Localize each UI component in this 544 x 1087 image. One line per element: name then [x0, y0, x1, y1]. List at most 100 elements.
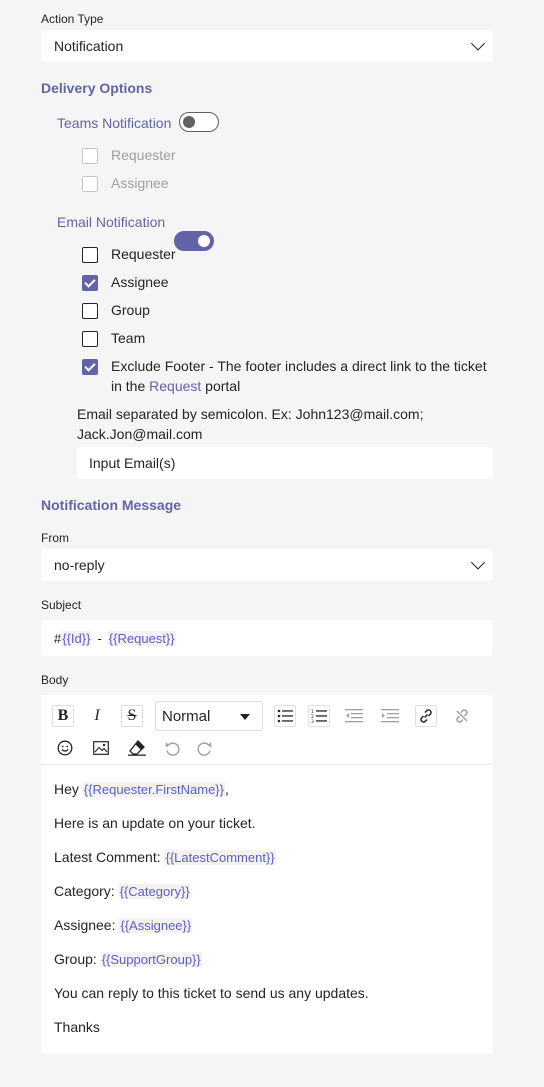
caret-down-icon	[240, 714, 250, 720]
body-label: Body	[41, 673, 69, 687]
email-group-checkbox[interactable]	[82, 303, 98, 319]
chevron-down-icon	[470, 555, 486, 570]
greeting-comma: ,	[225, 781, 229, 797]
outdent-icon	[345, 709, 363, 723]
category-label: Category:	[54, 883, 115, 899]
email-assignee-option[interactable]: Assignee	[82, 274, 169, 292]
teams-requester-checkbox[interactable]	[82, 148, 98, 164]
teams-requester-label: Requester	[111, 147, 176, 163]
from-dropdown[interactable]: no-reply	[41, 549, 493, 581]
email-requester-checkbox[interactable]	[82, 247, 98, 263]
body-reply-line: You can reply to this ticket to send us …	[54, 985, 369, 1001]
exclude-footer-line2-pre: in the	[111, 378, 150, 394]
email-assignee-checkbox[interactable]	[82, 275, 98, 291]
subject-request-token: {{Request}}	[107, 630, 176, 646]
email-input[interactable]: Input Email(s)	[77, 447, 493, 479]
emoji-button[interactable]	[54, 737, 76, 759]
numbered-list-button[interactable]: 123	[308, 705, 330, 727]
teams-assignee-label: Assignee	[111, 175, 169, 191]
email-hint: Email separated by semicolon. Ex: John12…	[77, 404, 423, 444]
subject-hash: #	[54, 630, 62, 646]
insert-image-button[interactable]	[90, 737, 112, 759]
exclude-footer-label: Exclude Footer - The footer includes a d…	[111, 356, 487, 396]
email-team-option[interactable]: Team	[82, 330, 145, 348]
body-group-line: Group: {{SupportGroup}}	[54, 951, 202, 967]
email-requester-option[interactable]: Requester	[82, 246, 176, 264]
unlink-button[interactable]	[451, 705, 473, 727]
exclude-footer-option[interactable]: Exclude Footer - The footer includes a d…	[82, 358, 502, 396]
latest-comment-token: {{LatestComment}}	[164, 850, 276, 865]
indent-button[interactable]	[379, 705, 401, 727]
latest-comment-label: Latest Comment:	[54, 849, 161, 865]
category-token: {{Category}}	[118, 884, 191, 899]
teams-notification-toggle[interactable]	[179, 112, 219, 132]
action-type-dropdown[interactable]: Notification	[41, 30, 493, 62]
image-icon	[93, 741, 109, 755]
eraser-icon	[128, 740, 146, 756]
teams-requester-option[interactable]: Requester	[82, 147, 176, 165]
exclude-footer-line2-post: portal	[201, 378, 241, 394]
italic-glyph: I	[94, 707, 100, 724]
bullet-list-button[interactable]	[274, 705, 296, 727]
exclude-footer-line1: Exclude Footer - The footer includes a d…	[111, 358, 487, 374]
email-assignee-label: Assignee	[111, 274, 169, 290]
bullet-list-icon	[277, 709, 293, 723]
group-label: Group:	[54, 951, 97, 967]
bold-glyph: B	[57, 707, 69, 724]
email-hint-line1: Email separated by semicolon. Ex: John12…	[77, 406, 424, 422]
from-label: From	[41, 531, 69, 545]
body-assignee-line: Assignee: {{Assignee}}	[54, 917, 193, 933]
unlink-icon	[456, 709, 468, 723]
body-editor[interactable]: B I S Normal 123 Hey {{Requester.FirstNa…	[41, 695, 493, 1054]
exclude-footer-checkbox[interactable]	[82, 359, 98, 375]
editor-toolbar: B I S Normal 123	[41, 695, 493, 765]
toggle-knob	[183, 116, 195, 128]
strikethrough-button[interactable]: S	[121, 705, 143, 727]
request-portal-link[interactable]: Request	[149, 378, 201, 394]
email-requester-label: Requester	[111, 246, 176, 262]
body-category-line: Category: {{Category}}	[54, 883, 191, 899]
email-team-checkbox[interactable]	[82, 331, 98, 347]
assignee-token: {{Assignee}}	[119, 918, 193, 933]
undo-icon	[165, 742, 180, 756]
italic-button[interactable]: I	[86, 705, 108, 727]
email-notification-label: Email Notification	[57, 214, 166, 230]
email-notification-toggle[interactable]	[174, 231, 214, 251]
format-select[interactable]: Normal	[155, 701, 263, 731]
redo-icon	[197, 742, 212, 756]
email-team-label: Team	[111, 330, 146, 346]
teams-assignee-checkbox[interactable]	[82, 176, 98, 192]
strike-glyph: S	[127, 707, 137, 724]
subject-id-token: {{Id}}	[61, 630, 92, 646]
email-group-label: Group	[111, 302, 150, 318]
action-type-value: Notification	[54, 38, 124, 54]
undo-button[interactable]	[161, 737, 183, 759]
link-icon	[420, 709, 432, 723]
toggle-knob	[198, 235, 210, 247]
support-group-token: {{SupportGroup}}	[100, 952, 202, 967]
numbered-list-icon: 123	[311, 709, 327, 723]
format-select-value: Normal	[162, 707, 211, 725]
requester-firstname-token: {{Requester.FirstName}}	[82, 782, 225, 797]
notification-message-heading: Notification Message	[41, 497, 182, 513]
body-greeting-line: Hey {{Requester.FirstName}},	[54, 781, 229, 797]
body-signoff-line: Thanks	[54, 1019, 100, 1035]
emoji-icon	[57, 740, 73, 756]
greeting-text: Hey	[54, 781, 79, 797]
redo-button[interactable]	[194, 737, 216, 759]
link-button[interactable]	[415, 705, 437, 727]
outdent-button[interactable]	[343, 705, 365, 727]
subject-separator: -	[97, 630, 102, 646]
clear-format-button[interactable]	[126, 737, 148, 759]
subject-input[interactable]: # {{Id}} - {{Request}}	[41, 620, 493, 656]
bold-button[interactable]: B	[52, 705, 74, 727]
from-value: no-reply	[54, 557, 105, 573]
subject-label: Subject	[41, 598, 82, 612]
indent-icon	[381, 709, 399, 723]
action-type-label: Action Type	[41, 12, 104, 26]
email-hint-line2: Jack.Jon@mail.com	[77, 426, 203, 442]
teams-notification-label: Teams Notification	[57, 115, 172, 131]
email-group-option[interactable]: Group	[82, 302, 150, 320]
body-latest-comment-line: Latest Comment: {{LatestComment}}	[54, 849, 276, 865]
teams-assignee-option[interactable]: Assignee	[82, 175, 169, 193]
